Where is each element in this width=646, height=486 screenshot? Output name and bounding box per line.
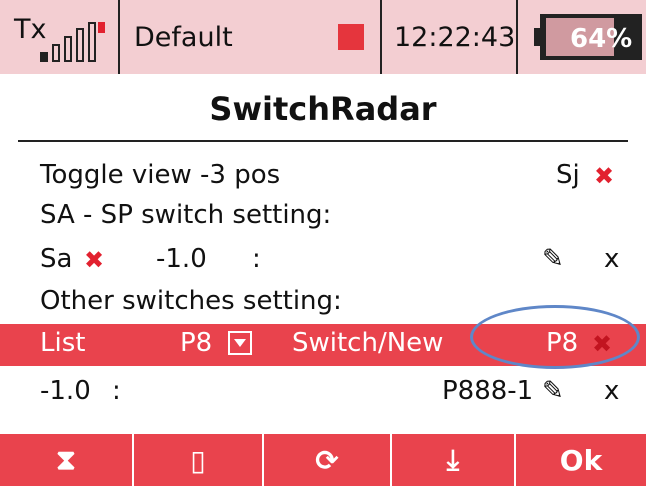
timer-button[interactable]: ⧗: [0, 434, 134, 486]
clock: 12:22:43: [394, 22, 516, 53]
toggle-view-row[interactable]: Toggle view -3 pos Sj ✖: [0, 160, 646, 202]
toggle-view-switch[interactable]: Sj: [556, 160, 580, 190]
sa-value[interactable]: -1.0: [156, 244, 207, 274]
battery-indicator: 64%: [518, 0, 646, 74]
signal-bars-icon: [40, 22, 110, 62]
toggle-view-label: Toggle view -3 pos: [40, 160, 281, 190]
highlight-ellipse: [470, 305, 640, 369]
sa-clear-icon[interactable]: ✖: [84, 246, 104, 274]
other-header-label: Other switches setting:: [40, 286, 342, 316]
sa-switch-row[interactable]: Sa ✖ -1.0 : ✎ x: [0, 244, 646, 286]
sa-edit-icon[interactable]: ✎: [542, 244, 564, 274]
sa-switch[interactable]: Sa: [40, 244, 72, 274]
download-button[interactable]: ⤓: [392, 434, 516, 486]
time-cell: 12:22:43: [382, 0, 518, 74]
sa-delete-button[interactable]: x: [604, 244, 619, 274]
toggle-view-clear-icon[interactable]: ✖: [594, 162, 614, 190]
p888-delete-button[interactable]: x: [604, 376, 619, 406]
p888-row[interactable]: -1.0 : P888-1 ✎ x: [0, 376, 646, 418]
p888-switch[interactable]: P888-1: [442, 376, 533, 406]
model-cell: Default: [120, 0, 382, 74]
switch-new-label: Switch/New: [292, 328, 444, 358]
sa-sp-header-row: SA - SP switch setting:: [0, 200, 646, 242]
list-label: List: [40, 328, 86, 358]
refresh-icon: ⟳: [315, 443, 339, 477]
ok-button[interactable]: Ok: [516, 434, 646, 486]
button-bar: ⧗ ▯ ⟳ ⤓ Ok: [0, 434, 646, 486]
p888-edit-icon[interactable]: ✎: [542, 376, 564, 406]
sa-colon: :: [252, 244, 261, 274]
list-value[interactable]: P8: [180, 328, 212, 358]
title-divider: [18, 140, 628, 142]
model-name: Default: [134, 22, 233, 53]
status-bar: Tx Default 12:22:43 64%: [0, 0, 646, 74]
page-button[interactable]: ▯: [134, 434, 264, 486]
download-icon: ⤓: [446, 443, 460, 476]
tx-signal: Tx: [0, 0, 120, 74]
page-icon: ▯: [190, 443, 206, 477]
sa-sp-header-label: SA - SP switch setting:: [40, 200, 332, 230]
ok-label: Ok: [559, 443, 603, 477]
model-status-icon: [338, 24, 364, 50]
hourglass-icon: ⧗: [56, 443, 76, 476]
p888-colon: :: [112, 376, 121, 406]
p888-value[interactable]: -1.0: [40, 376, 91, 406]
page-title: SwitchRadar: [209, 90, 437, 128]
battery-percent: 64%: [570, 24, 633, 54]
refresh-button[interactable]: ⟳: [264, 434, 392, 486]
